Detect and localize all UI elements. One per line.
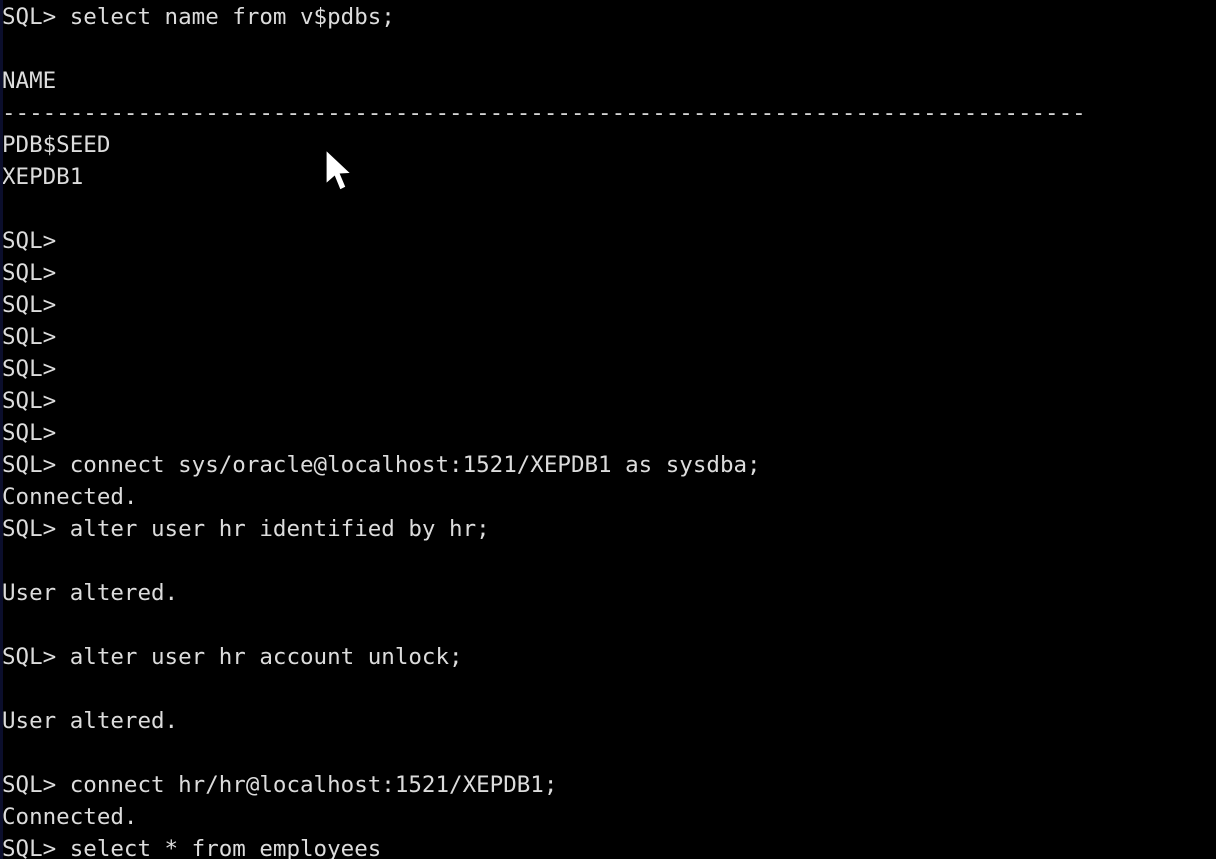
terminal-empty-prompt-line: SQL> [2,260,57,286]
terminal-output-line: NAME [2,68,57,94]
terminal-empty-prompt-line: SQL> [2,420,57,446]
terminal-left-edge-strip [0,0,3,859]
terminal-empty-prompt-line: SQL> [2,228,57,254]
terminal-output-line: User altered. [2,580,179,606]
terminal-output-line: Connected. [2,804,138,830]
terminal-command-line: SQL> alter user hr account unlock; [2,644,463,670]
terminal-empty-prompt-line: SQL> [2,356,57,382]
terminal-output-line: User altered. [2,708,179,734]
terminal-output-line: Connected. [2,484,138,510]
terminal-window[interactable]: SQL> select name from v$pdbs; NAME ------… [0,0,1216,859]
terminal-output-area[interactable]: SQL> select name from v$pdbs; NAME ------… [0,0,1216,859]
terminal-command-line: SQL> select * from employees [2,836,382,859]
terminal-output-line: PDB$SEED [2,132,111,158]
terminal-command-line: SQL> connect hr/hr@localhost:1521/XEPDB1… [2,772,558,798]
terminal-empty-prompt-line: SQL> [2,324,57,350]
terminal-empty-prompt-line: SQL> [2,388,57,414]
terminal-empty-prompt-line: SQL> [2,292,57,318]
terminal-command-line: SQL> alter user hr identified by hr; [2,516,490,542]
terminal-command-line: SQL> select name from v$pdbs; [2,4,395,30]
terminal-output-line: XEPDB1 [2,164,84,190]
terminal-column-separator-rule: ----------------------------------------… [2,100,1086,126]
terminal-command-line: SQL> connect sys/oracle@localhost:1521/X… [2,452,761,478]
